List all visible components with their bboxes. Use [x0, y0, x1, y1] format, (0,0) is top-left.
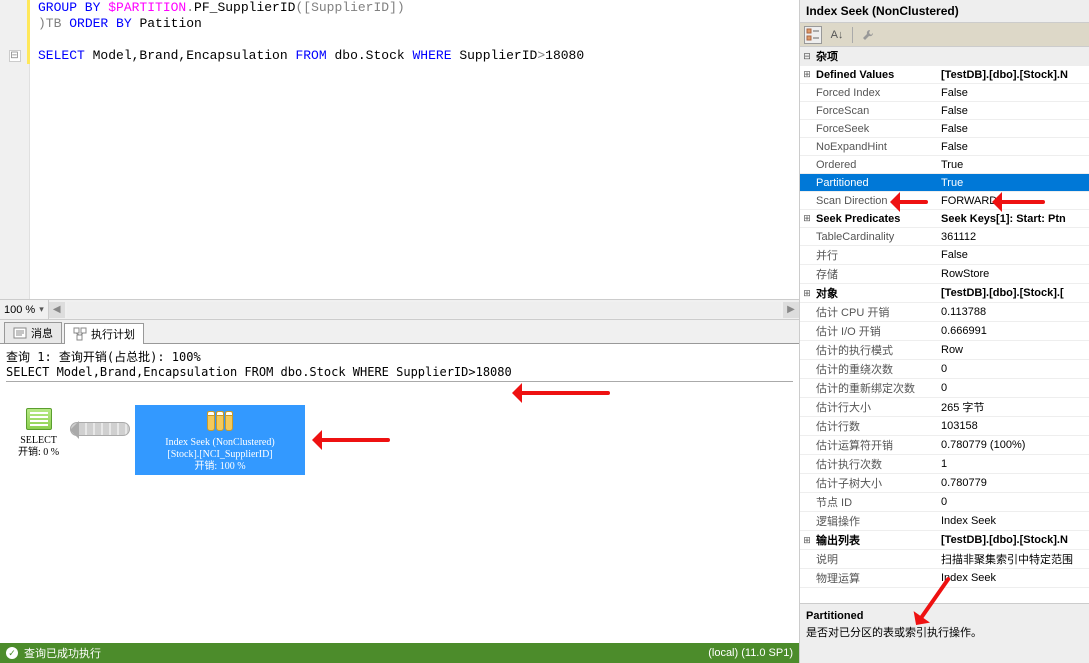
props-category-misc[interactable]: ⊟杂项 [800, 47, 1089, 66]
props-row[interactable]: ⊞Defined Values[TestDB].[dbo].[Stock].N [800, 66, 1089, 84]
props-row[interactable]: 物理运算Index Seek [800, 569, 1089, 588]
props-row[interactable]: 估计运算符开销0.780779 (100%) [800, 436, 1089, 455]
plan-node-select[interactable]: SELECT 开销: 0 % [18, 405, 59, 459]
properties-description: Partitioned 是否对已分区的表或索引执行操作。 [800, 603, 1089, 663]
props-row[interactable]: 估计的重绕次数0 [800, 360, 1089, 379]
properties-grid[interactable]: ⊟杂项 ⊞Defined Values[TestDB].[dbo].[Stock… [800, 47, 1089, 603]
props-row[interactable]: OrderedTrue [800, 156, 1089, 174]
props-row[interactable]: Forced IndexFalse [800, 84, 1089, 102]
props-row[interactable]: 节点 ID0 [800, 493, 1089, 512]
props-row[interactable]: NoExpandHintFalse [800, 138, 1089, 156]
annotation-arrow-icon [320, 438, 390, 442]
properties-title: Index Seek (NonClustered) [800, 0, 1089, 23]
editor-h-scrollbar[interactable] [67, 302, 781, 318]
alphabetical-icon[interactable]: A↓ [828, 26, 846, 44]
props-row[interactable]: 估计的重新绑定次数0 [800, 379, 1089, 398]
props-row[interactable]: 并行False [800, 246, 1089, 265]
props-row[interactable]: ⊞输出列表[TestDB].[dbo].[Stock].N [800, 531, 1089, 550]
plan-query-header: 查询 1: 查询开销(占总批): 100% [6, 348, 793, 365]
annotation-arrow-icon [520, 391, 610, 395]
status-ok-icon: ✓ [6, 647, 18, 659]
props-row[interactable]: ⊞对象[TestDB].[dbo].[Stock].[ [800, 284, 1089, 303]
status-bar: ✓ 查询已成功执行 (local) (11.0 SP1) [0, 643, 799, 663]
props-row[interactable]: ForceScanFalse [800, 102, 1089, 120]
editor-gutter [0, 0, 30, 299]
plan-flow-arrow [70, 422, 130, 436]
status-server: (local) (11.0 SP1) [708, 647, 793, 659]
props-row[interactable]: TableCardinality361112 [800, 228, 1089, 246]
code-content[interactable]: GROUP BY $PARTITION.PF_SupplierID([Suppl… [30, 0, 799, 299]
index-seek-icon [207, 411, 233, 431]
left-panel: GROUP BY $PARTITION.PF_SupplierID([Suppl… [0, 0, 800, 663]
props-row[interactable]: PartitionedTrue [800, 174, 1089, 192]
props-row[interactable]: 估计子树大小0.780779 [800, 474, 1089, 493]
props-row[interactable]: 估计 I/O 开销0.666991 [800, 322, 1089, 341]
zoom-dropdown[interactable]: 100 % [0, 300, 49, 319]
tab-messages[interactable]: 消息 [4, 322, 62, 343]
props-wrench-icon[interactable] [859, 26, 877, 44]
props-row[interactable]: 说明扫描非聚集索引中特定范围 [800, 550, 1089, 569]
props-row[interactable]: 估计行数103158 [800, 417, 1089, 436]
props-row[interactable]: Scan DirectionFORWARD [800, 192, 1089, 210]
props-row[interactable]: 逻辑操作Index Seek [800, 512, 1089, 531]
tab-execution-plan[interactable]: 执行计划 [64, 323, 144, 344]
plan-node-index-seek[interactable]: Index Seek (NonClustered) [Stock].[NCI_S… [135, 405, 305, 475]
props-row[interactable]: ⊞Seek PredicatesSeek Keys[1]: Start: Ptn [800, 210, 1089, 228]
properties-toolbar: A↓ [800, 23, 1089, 47]
props-row[interactable]: 估计执行次数1 [800, 455, 1089, 474]
props-row[interactable]: ForceSeekFalse [800, 120, 1089, 138]
plan-icon [73, 327, 87, 341]
categorized-icon[interactable] [804, 26, 822, 44]
props-row[interactable]: 估计的执行模式Row [800, 341, 1089, 360]
props-row[interactable]: 估计行大小265 字节 [800, 398, 1089, 417]
props-row[interactable]: 存储RowStore [800, 265, 1089, 284]
execution-plan-area[interactable]: 查询 1: 查询开销(占总批): 100% SELECT Model,Brand… [0, 344, 799, 643]
result-tabs: 消息 执行计划 [0, 320, 799, 344]
select-op-icon [26, 408, 52, 430]
props-row[interactable]: 估计 CPU 开销0.113788 [800, 303, 1089, 322]
messages-icon [13, 326, 27, 340]
status-text: 查询已成功执行 [24, 645, 101, 661]
properties-panel: Index Seek (NonClustered) A↓ ⊟杂项 ⊞Define… [800, 0, 1089, 663]
plan-query-text: SELECT Model,Brand,Encapsulation FROM db… [6, 365, 793, 382]
sql-editor[interactable]: GROUP BY $PARTITION.PF_SupplierID([Suppl… [0, 0, 799, 320]
